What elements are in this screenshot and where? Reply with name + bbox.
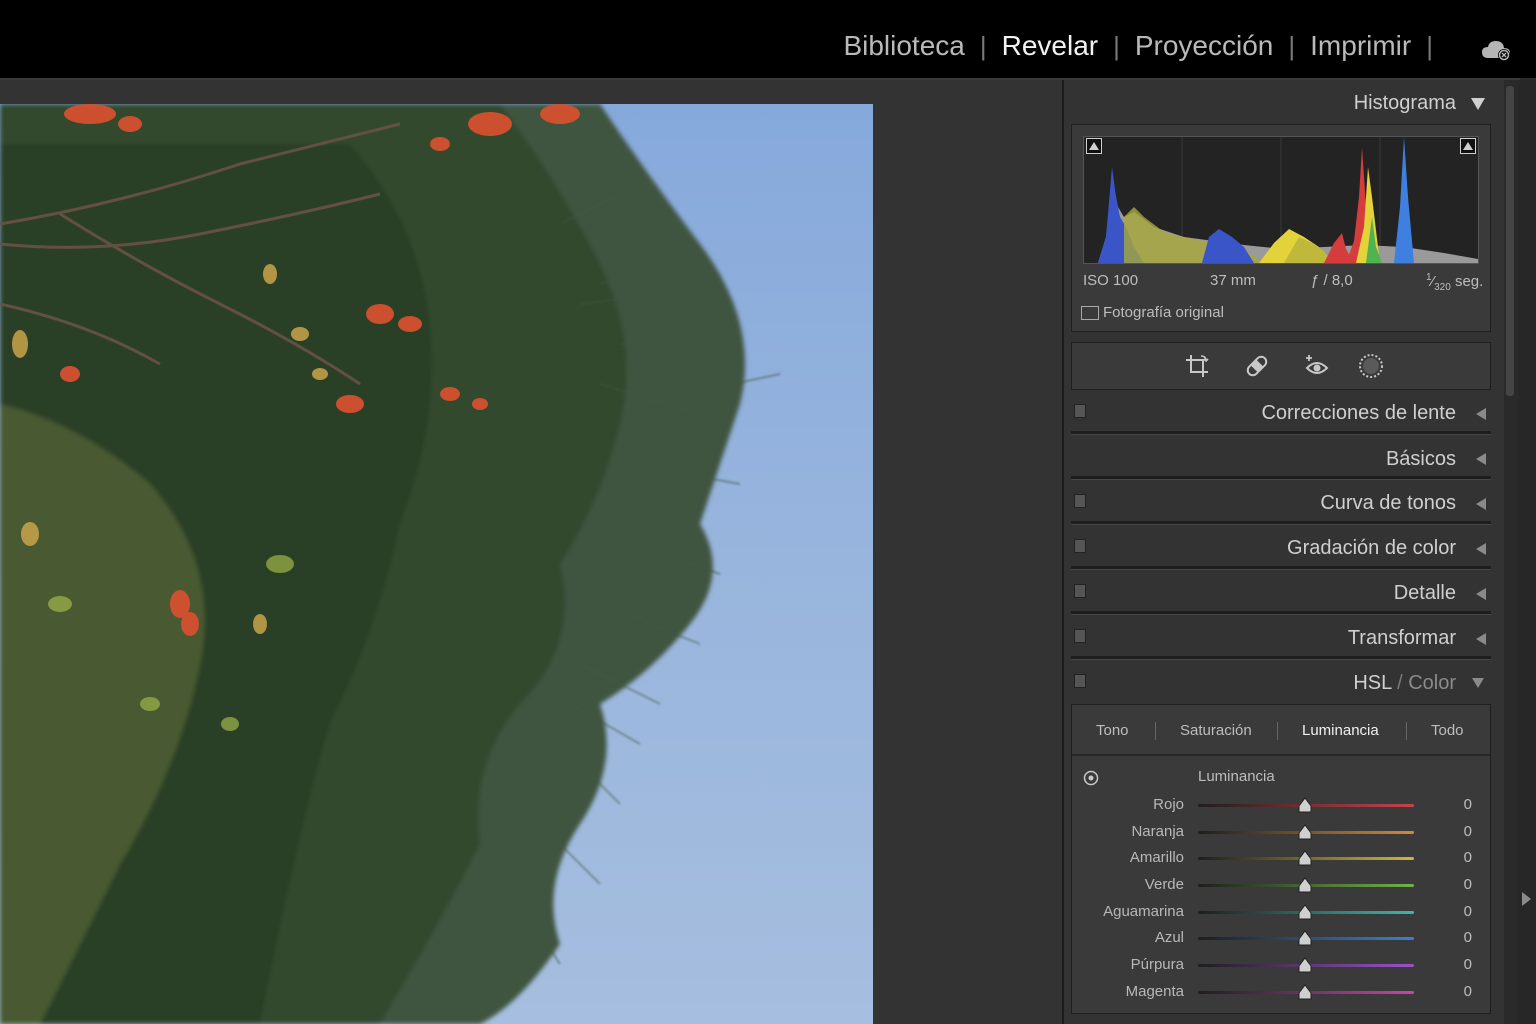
panel-divider: [1071, 476, 1491, 480]
panel-edge: [1518, 80, 1536, 1024]
slider-thumb-aqua[interactable]: [1297, 904, 1313, 920]
healing-icon[interactable]: [1243, 352, 1271, 380]
panel-divider: [1071, 521, 1491, 525]
slider-thumb-purple[interactable]: [1297, 957, 1313, 973]
tone-curve-switch[interactable]: [1074, 494, 1086, 508]
panel-title-tone-curve[interactable]: Curva de tonos: [1320, 492, 1456, 515]
target-adjustment-icon[interactable]: [1083, 770, 1099, 786]
expand-arrow-icon[interactable]: [1476, 453, 1486, 465]
module-separator: |: [1426, 30, 1433, 61]
panel-title-detail[interactable]: Detalle: [1394, 582, 1456, 605]
luminance-section-label: Luminancia: [1198, 768, 1275, 785]
slider-value-aqua[interactable]: 0: [1440, 903, 1472, 920]
exif-shutter: 1⁄320 seg.: [1426, 272, 1484, 293]
slider-value-yellow[interactable]: 0: [1440, 849, 1472, 866]
panel-divider: [1071, 566, 1491, 570]
slider-value-magenta[interactable]: 0: [1440, 983, 1472, 1000]
shutter-unit: seg.: [1454, 273, 1484, 290]
color-grading-switch[interactable]: [1074, 539, 1086, 553]
highlight-clipping-toggle[interactable]: [1460, 138, 1476, 154]
panel-title-lens-corrections[interactable]: Correcciones de lente: [1261, 402, 1456, 425]
panel-title-color-grading[interactable]: Gradación de color: [1287, 537, 1456, 560]
slider-thumb-orange[interactable]: [1297, 824, 1313, 840]
hsl-tabs-divider: [1072, 754, 1490, 756]
exif-focal-length: 37 mm: [1210, 272, 1256, 289]
hsl-collapse-icon[interactable]: [1472, 678, 1484, 688]
slider-label-red: Rojo: [1153, 796, 1184, 813]
module-picker: Biblioteca | Revelar | Proyección | Impr…: [843, 30, 1448, 62]
slider-label-aqua: Aguamarina: [1103, 903, 1184, 920]
slider-value-orange[interactable]: 0: [1440, 823, 1472, 840]
expand-arrow-icon[interactable]: [1476, 498, 1486, 510]
panel-divider: [1071, 611, 1491, 615]
lens-corrections-switch[interactable]: [1074, 404, 1086, 418]
module-slideshow[interactable]: Proyección: [1135, 30, 1274, 62]
redeye-icon[interactable]: [1303, 352, 1331, 380]
slider-value-blue[interactable]: 0: [1440, 929, 1472, 946]
slider-thumb-red[interactable]: [1297, 797, 1313, 813]
panel-divider: [1071, 431, 1491, 435]
slider-label-yellow: Amarillo: [1129, 849, 1184, 866]
tab-luminance[interactable]: Luminancia: [1302, 722, 1379, 739]
shutter-numerator: 1: [1426, 272, 1432, 283]
tab-separator: [1406, 722, 1407, 740]
original-photo-checkbox[interactable]: [1081, 306, 1099, 320]
slider-label-green: Verde: [1144, 876, 1184, 893]
histogram-title[interactable]: Histograma: [1354, 92, 1456, 115]
panel-title-hsl[interactable]: HSL / Color: [1353, 672, 1456, 695]
panel-divider: [1071, 656, 1491, 660]
detail-switch[interactable]: [1074, 584, 1086, 598]
slider-label-orange: Naranja: [1131, 823, 1184, 840]
histogram-graph[interactable]: [1083, 136, 1479, 264]
slider-value-green[interactable]: 0: [1440, 876, 1472, 893]
histogram-curves: [1098, 137, 1478, 263]
module-develop[interactable]: Revelar: [1002, 30, 1098, 62]
panel-scrollbar-thumb[interactable]: [1506, 86, 1514, 396]
tool-strip: [1071, 342, 1491, 390]
hsl-title-separator: /: [1391, 672, 1409, 694]
slider-thumb-magenta[interactable]: [1297, 984, 1313, 1000]
exif-aperture: ƒ / 8,0: [1311, 272, 1353, 289]
module-library[interactable]: Biblioteca: [843, 30, 964, 62]
slider-thumb-blue[interactable]: [1297, 930, 1313, 946]
slider-thumb-green[interactable]: [1297, 877, 1313, 893]
expand-arrow-icon[interactable]: [1476, 588, 1486, 600]
panel-collapse-arrow-icon[interactable]: [1522, 892, 1531, 906]
tab-saturation[interactable]: Saturación: [1180, 722, 1252, 739]
panel-title-transform[interactable]: Transformar: [1348, 627, 1456, 650]
original-photo-label: Fotografía original: [1103, 304, 1224, 321]
slider-thumb-yellow[interactable]: [1297, 850, 1313, 866]
module-print[interactable]: Imprimir: [1310, 30, 1411, 62]
slider-label-purple: Púrpura: [1130, 956, 1184, 973]
expand-arrow-icon[interactable]: [1476, 543, 1486, 555]
photo-image: [0, 104, 873, 1024]
module-separator: |: [979, 30, 987, 61]
hsl-mode-label[interactable]: HSL: [1353, 672, 1391, 694]
tab-all[interactable]: Todo: [1431, 722, 1464, 739]
shutter-denominator: 320: [1434, 282, 1451, 293]
tab-separator: [1277, 722, 1278, 740]
tab-separator: [1155, 722, 1156, 740]
histogram-collapse-icon[interactable]: [1471, 98, 1485, 110]
color-mode-label[interactable]: Color: [1408, 672, 1456, 694]
shadow-clipping-toggle[interactable]: [1086, 138, 1102, 154]
photo-preview[interactable]: [0, 104, 873, 1024]
transform-switch[interactable]: [1074, 629, 1086, 643]
expand-arrow-icon[interactable]: [1476, 633, 1486, 645]
hsl-switch[interactable]: [1074, 674, 1086, 688]
panel-title-basic[interactable]: Básicos: [1386, 448, 1456, 471]
slider-label-blue: Azul: [1154, 929, 1184, 946]
exif-iso: ISO 100: [1083, 272, 1139, 289]
slider-value-red[interactable]: 0: [1440, 796, 1472, 813]
mask-icon[interactable]: [1357, 352, 1385, 380]
cloud-sync-icon[interactable]: [1480, 38, 1512, 62]
expand-arrow-icon[interactable]: [1476, 408, 1486, 420]
slider-value-purple[interactable]: 0: [1440, 956, 1472, 973]
crop-icon[interactable]: [1183, 352, 1211, 380]
module-separator: |: [1288, 30, 1296, 61]
slider-label-magenta: Magenta: [1125, 983, 1184, 1000]
tab-hue[interactable]: Tono: [1096, 722, 1129, 739]
module-separator: |: [1113, 30, 1120, 61]
